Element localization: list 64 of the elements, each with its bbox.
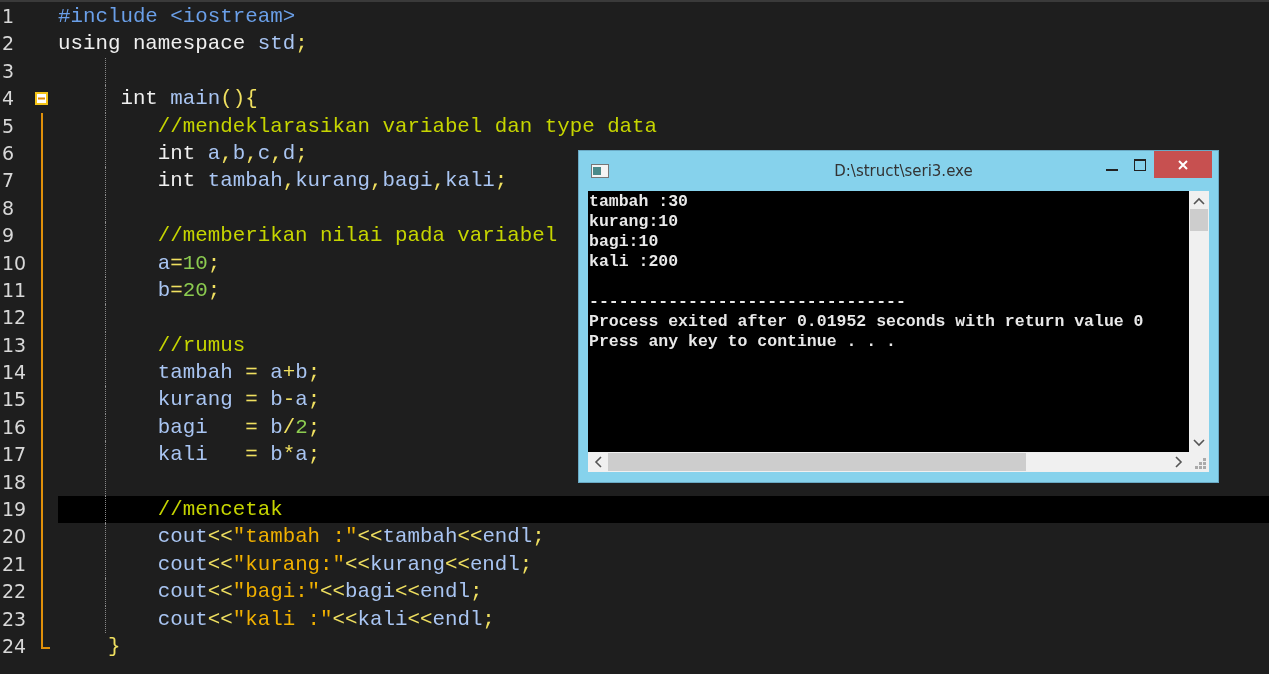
scroll-up-icon[interactable] [1193,197,1205,205]
line-number: 2 [1,31,16,57]
code-line: int main(){ [119,87,258,111]
scrollbar-thumb[interactable] [608,453,1026,471]
code-line: int tambah,kurang,bagi,kali; [156,169,508,193]
scrollbar-thumb[interactable] [1190,209,1208,231]
console-output-line: Press any key to continue . . . [589,332,897,352]
code-line: bagi = b/2; [156,415,321,439]
line-number: 15 [1,387,28,413]
console-output-line: kurang:10 [589,212,680,232]
code-line: kali = b*a; [156,443,321,467]
code-line: b=20; [156,278,221,302]
console-output-line: bagi:10 [589,232,660,252]
code-line: cout<<"kali :"<<kali<<endl; [156,607,495,631]
code-line: //mendeklarasikan variabel dan type data [156,114,658,138]
console-output-line: tambah :30 [589,192,690,212]
maximize-icon [1133,157,1147,172]
code-line: tambah = a+b; [156,361,321,385]
console-output-line: Process exited after 0.01952 seconds with return value 0 [589,312,1145,332]
code-line: #include <iostream> [58,5,296,28]
code-line: cout<<"kurang:"<<kurang<<endl; [156,552,533,576]
line-number: 21 [1,551,28,577]
code-line: using namespace std; [58,32,308,56]
line-number: 22 [1,579,28,605]
line-number: 7 [1,168,16,194]
fold-end-marker [41,633,50,649]
line-number: 8 [1,195,16,221]
scroll-right-icon[interactable] [1175,456,1183,468]
line-number: 4 [1,86,16,112]
line-number: 16 [1,414,28,440]
line-number: 1 [1,4,16,29]
line-number: 11 [1,277,28,303]
code-line: //mencetak [156,498,283,522]
minimize-icon [1106,168,1118,171]
line-number: 12 [1,305,28,331]
line-number: 10 [1,250,28,276]
scroll-left-icon[interactable] [594,456,602,468]
scroll-down-icon[interactable] [1193,439,1205,447]
line-number: 5 [1,113,16,139]
code-line: int a,b,c,d; [156,141,308,165]
line-number: 13 [1,332,28,358]
code-line: cout<<"bagi:"<<bagi<<endl; [156,580,483,604]
code-line: kurang = b-a; [156,388,321,412]
line-number: 24 [1,634,28,659]
close-icon [1176,157,1190,172]
code-line: //rumus [156,333,246,357]
console-output-line: kali :200 [589,252,680,272]
line-number: 9 [1,223,16,249]
line-number: 20 [1,524,28,550]
line-number: 19 [1,497,28,523]
close-button[interactable] [1154,151,1212,178]
console-output-line: -------------------------------- [589,292,907,312]
line-number: 3 [1,58,16,84]
line-number: 18 [1,469,28,495]
code-line: a=10; [156,251,221,275]
line-number: 23 [1,606,28,632]
code-line: } [106,635,121,658]
code-line: //memberikan nilai pada variabel [156,224,558,248]
line-number: 6 [1,140,16,166]
line-number: 14 [1,360,28,386]
console-app-icon [591,164,609,178]
line-number: 17 [1,442,28,468]
code-line: cout<<"tambah :"<<tambah<<endl; [156,525,545,549]
window-title: D:\struct\seri3.exe [833,162,974,180]
